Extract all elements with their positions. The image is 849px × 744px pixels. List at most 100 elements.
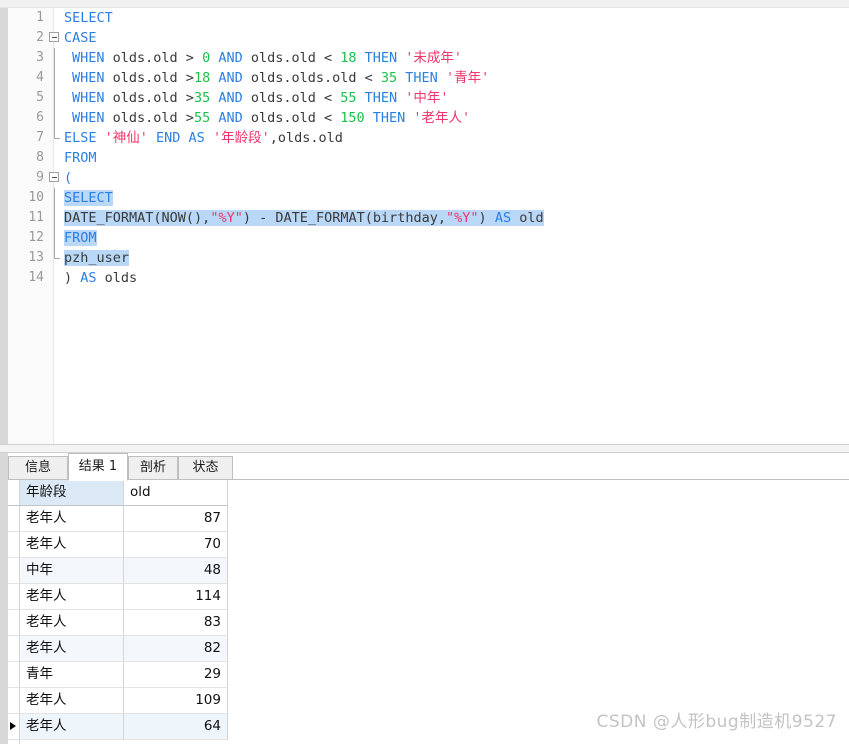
grid-cell-old[interactable]: 82: [124, 636, 228, 662]
code-token: AND: [218, 50, 251, 66]
grid-cell-old[interactable]: 87: [124, 506, 228, 532]
fold-end-corner-icon: [48, 128, 62, 148]
grid-cell-age-group[interactable]: 老年人: [20, 584, 124, 610]
code-line[interactable]: 12 FROM: [0, 228, 849, 248]
code-token: THEN: [364, 90, 406, 106]
sql-editor-panel[interactable]: 1 SELECT 2 CASE 3 WHEN olds.old > 0 AND olds.…: [0, 8, 849, 444]
code-line[interactable]: 5 WHEN olds.old >35 AND olds.old < 55 THE…: [0, 88, 849, 108]
code-token: FROM: [64, 230, 97, 246]
code-token: <: [364, 70, 381, 86]
grid-cell-old[interactable]: 64: [124, 714, 228, 740]
code-token: olds.old: [250, 50, 324, 66]
code-area[interactable]: 1 SELECT 2 CASE 3 WHEN olds.old > 0 AND olds.…: [0, 8, 849, 444]
results-tab[interactable]: 信息: [8, 456, 68, 480]
grid-cell-old[interactable]: 48: [124, 558, 228, 584]
line-number: 2: [36, 30, 44, 45]
grid-row-header[interactable]: [8, 636, 20, 662]
grid-row-header[interactable]: [8, 688, 20, 714]
code-token: >: [185, 110, 194, 126]
code-token: WHEN: [72, 50, 113, 66]
fold-guide-line: [48, 188, 62, 208]
grid-table[interactable]: 年龄段 old 老年人 87 老年人 70 中年 48 老年人 114 老年人 83 老年人 82 青年 29…: [8, 480, 228, 740]
code-token: >: [185, 90, 194, 106]
table-row[interactable]: 青年 29: [8, 662, 228, 688]
fold-toggle-icon[interactable]: [48, 28, 62, 48]
grid-cell-old[interactable]: 83: [124, 610, 228, 636]
fold-guide-line: [48, 208, 62, 228]
grid-cell-age-group[interactable]: 中年: [20, 558, 124, 584]
line-number: 1: [36, 10, 44, 25]
table-row[interactable]: 老年人 83: [8, 610, 228, 636]
table-row[interactable]: 老年人 82: [8, 636, 228, 662]
code-line[interactable]: 3 WHEN olds.old > 0 AND olds.old < 18 THE…: [0, 48, 849, 68]
line-number: 3: [36, 50, 44, 65]
code-token: 35: [380, 70, 406, 86]
code-token: 18: [193, 70, 219, 86]
code-line[interactable]: 13 pzh_user: [0, 248, 849, 268]
fold-end-corner-icon: [48, 248, 62, 268]
table-row[interactable]: 老年人 64: [8, 714, 228, 740]
code-line[interactable]: 9(: [0, 168, 849, 188]
grid-cell-age-group[interactable]: 老年人: [20, 636, 124, 662]
grid-row-header[interactable]: [8, 558, 20, 584]
grid-cell-age-group[interactable]: 青年: [20, 662, 124, 688]
results-tab[interactable]: 状态: [178, 456, 233, 480]
grid-cell-age-group[interactable]: 老年人: [20, 714, 124, 740]
table-row[interactable]: 老年人 109: [8, 688, 228, 714]
grid-row-header[interactable]: [8, 662, 20, 688]
code-line[interactable]: 10 SELECT: [0, 188, 849, 208]
code-line[interactable]: 4 WHEN olds.old >18 AND olds.olds.old < 3…: [0, 68, 849, 88]
grid-cell-age-group[interactable]: 老年人: [20, 506, 124, 532]
results-grid[interactable]: 年龄段 old 老年人 87 老年人 70 中年 48 老年人 114 老年人 83 老年人 82 青年 29…: [8, 480, 849, 744]
code-token: AND: [218, 90, 251, 106]
code-line-text: SELECT: [64, 188, 113, 208]
code-line-text: CASE: [64, 28, 97, 48]
line-number: 7: [36, 130, 44, 145]
grid-row-header[interactable]: [8, 610, 20, 636]
code-line[interactable]: 2 CASE: [0, 28, 849, 48]
code-line-text: (: [64, 168, 72, 188]
code-line-text: DATE_FORMAT(NOW(),"%Y") - DATE_FORMAT(bi…: [64, 208, 544, 228]
fold-toggle-icon[interactable]: [48, 168, 62, 188]
grid-row-header[interactable]: [8, 506, 20, 532]
results-tab[interactable]: 剖析: [128, 456, 178, 480]
code-token: FROM: [64, 150, 97, 166]
grid-column-header[interactable]: old: [124, 480, 228, 506]
grid-cell-age-group[interactable]: 老年人: [20, 688, 124, 714]
grid-cell-old[interactable]: 29: [124, 662, 228, 688]
table-row[interactable]: 老年人 114: [8, 584, 228, 610]
code-token: SELECT: [64, 10, 113, 26]
code-token: 55: [340, 90, 365, 106]
grid-cell-old[interactable]: 109: [124, 688, 228, 714]
grid-cell-age-group[interactable]: 老年人: [20, 532, 124, 558]
grid-row-header[interactable]: [8, 532, 20, 558]
grid-cell-old[interactable]: 70: [124, 532, 228, 558]
grid-row-header[interactable]: [8, 714, 20, 740]
code-token: THEN: [405, 70, 446, 86]
grid-cell-age-group[interactable]: 老年人: [20, 610, 124, 636]
grid-column-header[interactable]: 年龄段: [20, 480, 124, 506]
code-line[interactable]: 11 DATE_FORMAT(NOW(),"%Y") - DATE_FORMAT(…: [0, 208, 849, 228]
table-row[interactable]: 中年 48: [8, 558, 228, 584]
window-top-strip: [0, 0, 849, 8]
results-left-rail: [0, 453, 8, 744]
results-tab[interactable]: 结果 1: [68, 453, 128, 481]
code-token: olds: [104, 270, 138, 286]
results-tabbar[interactable]: 信息 结果 1 剖析 状态: [8, 453, 849, 481]
table-row[interactable]: 老年人 87: [8, 506, 228, 532]
code-line[interactable]: 14) AS olds: [0, 268, 849, 288]
panel-splitter[interactable]: [0, 444, 849, 453]
code-token: '神仙': [104, 130, 157, 146]
fold-guide-line: [48, 68, 62, 88]
table-row[interactable]: 老年人 70: [8, 532, 228, 558]
grid-cell-old[interactable]: 114: [124, 584, 228, 610]
code-token: THEN: [372, 110, 414, 126]
code-line[interactable]: 7 ELSE '神仙' END AS '年龄段',olds.old: [0, 128, 849, 148]
code-line[interactable]: 8 FROM: [0, 148, 849, 168]
code-line[interactable]: 1 SELECT: [0, 8, 849, 28]
line-number: 14: [28, 270, 44, 285]
grid-row-header[interactable]: [8, 584, 20, 610]
code-line[interactable]: 6 WHEN olds.old >55 AND olds.old < 150 TH…: [0, 108, 849, 128]
fold-empty: [48, 268, 62, 288]
code-token: >: [185, 70, 194, 86]
